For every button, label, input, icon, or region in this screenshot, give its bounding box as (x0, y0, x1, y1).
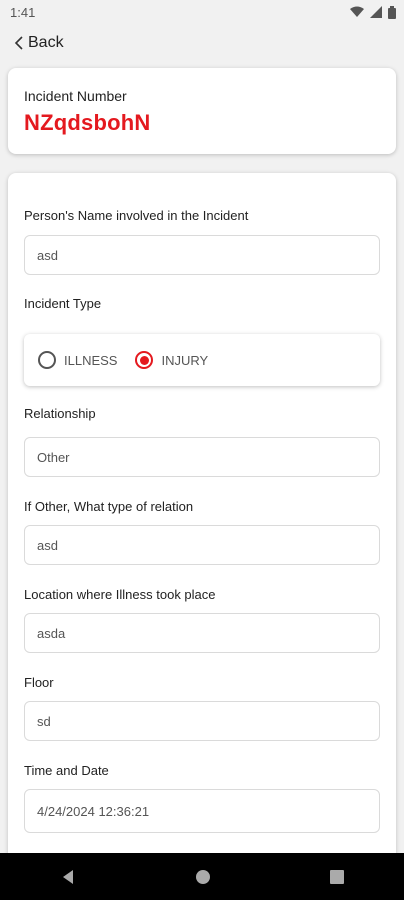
incident-form: Person's Name involved in the Incident a… (8, 173, 396, 873)
incident-number-value: NZqdsbohN (24, 110, 151, 135)
floor-label: Floor (24, 675, 54, 690)
location-input[interactable]: asda (24, 613, 380, 653)
relationship-value: Other (37, 449, 70, 465)
back-button[interactable]: Back (14, 30, 64, 56)
home-circle-icon[interactable] (195, 869, 211, 885)
radio-injury-label: INJURY (161, 352, 209, 368)
signal-icon (370, 6, 382, 18)
radio-illness[interactable]: ILLNESS (38, 351, 117, 369)
battery-icon (388, 5, 396, 19)
status-icons (350, 5, 396, 19)
chevron-left-icon (14, 36, 23, 50)
radio-illness-label: ILLNESS (64, 352, 118, 368)
time-date-input[interactable]: 4/24/2024 12:36:21 (24, 789, 380, 833)
location-value: asda (37, 625, 66, 641)
floor-input[interactable]: sd (24, 701, 380, 741)
incident-type-radio-group: ILLNESS INJURY (24, 334, 380, 386)
wifi-icon (350, 6, 364, 17)
status-time: 1:41 (10, 4, 36, 20)
incident-number-label: Incident Number (24, 88, 127, 104)
incident-card: Incident Number NZqdsbohN (8, 68, 396, 154)
status-bar: 1:41 (0, 0, 404, 24)
back-triangle-icon[interactable] (60, 869, 76, 885)
radio-selected-icon (135, 351, 154, 369)
location-label: Location where Illness took place (24, 587, 216, 602)
relationship-select[interactable]: Other (24, 437, 380, 477)
recents-square-icon[interactable] (330, 869, 345, 884)
floor-value: sd (37, 713, 51, 729)
other-relation-input[interactable]: asd (24, 525, 380, 565)
incident-type-label: Incident Type (24, 296, 102, 311)
radio-unselected-icon (38, 351, 56, 369)
time-date-value: 4/24/2024 12:36:21 (37, 803, 150, 819)
time-date-label: Time and Date (24, 763, 109, 778)
person-name-input[interactable]: asd (24, 235, 380, 275)
system-nav-bar (0, 853, 404, 900)
back-label: Back (28, 34, 64, 51)
person-name-label: Person's Name involved in the Incident (24, 208, 249, 223)
other-relation-value: asd (37, 537, 58, 553)
relationship-label: Relationship (24, 406, 96, 421)
person-name-value: asd (37, 247, 58, 263)
other-relation-label: If Other, What type of relation (24, 499, 194, 514)
radio-injury[interactable]: INJURY (135, 351, 208, 369)
